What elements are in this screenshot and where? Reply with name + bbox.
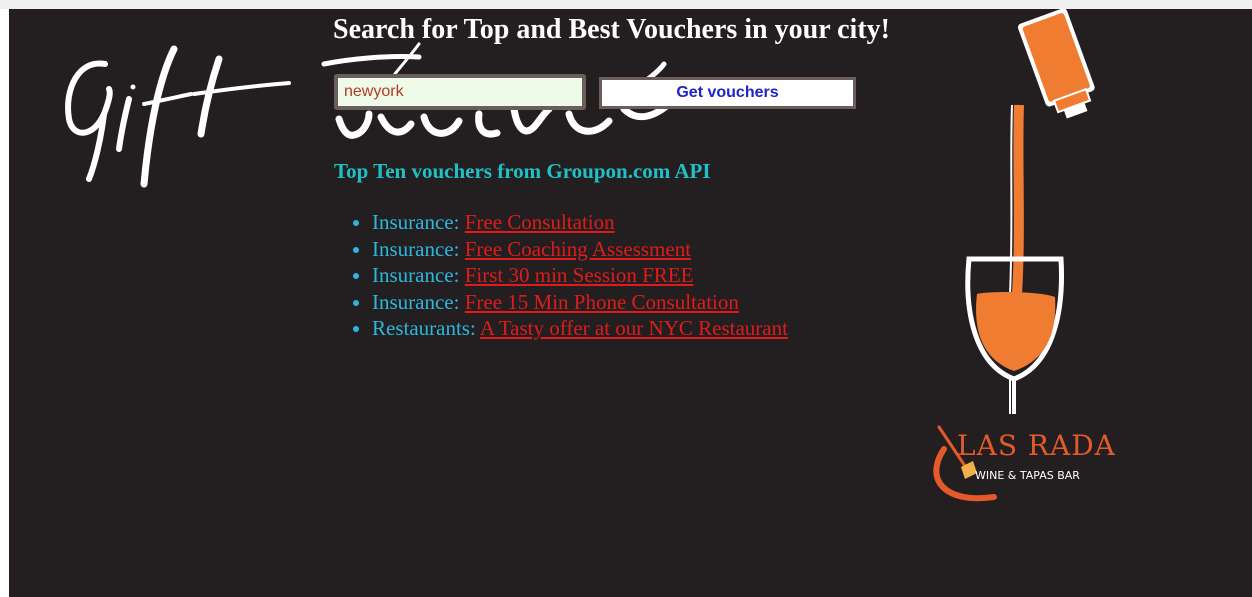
wine-bottle-glass-icon (933, 9, 1095, 502)
ad-tagline: WINE & TAPAS BAR (975, 469, 1080, 482)
browser-top-strip (0, 0, 1252, 9)
ad-brand: LAS RADA (957, 429, 1116, 462)
page-canvas: Search for Top and Best Vouchers in your… (9, 9, 1252, 597)
